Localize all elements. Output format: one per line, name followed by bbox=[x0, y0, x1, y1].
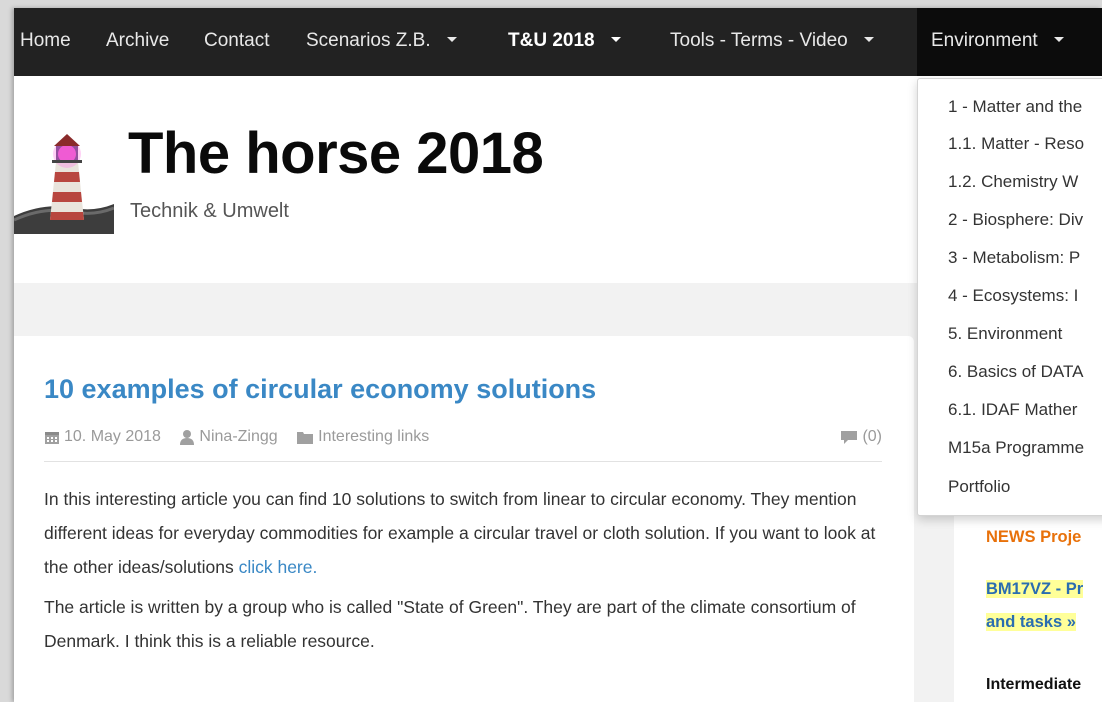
sidebar-bm17vz-line1: BM17VZ - Pr bbox=[986, 580, 1084, 598]
nav-environment-label: Environment bbox=[931, 30, 1038, 51]
post-card: 10 examples of circular economy solution… bbox=[14, 336, 914, 702]
post-date-text: 10. May 2018 bbox=[64, 428, 161, 445]
page: Home Archive Contact Scenarios Z.B. T&U … bbox=[14, 8, 1102, 702]
chevron-down-icon bbox=[863, 37, 874, 43]
dropdown-item[interactable]: M15a Programme bbox=[948, 438, 1084, 458]
dropdown-item[interactable]: 1.1. Matter - Reso bbox=[948, 134, 1084, 154]
nav-environment[interactable]: Environment bbox=[917, 8, 1102, 76]
chevron-down-icon bbox=[1053, 37, 1064, 43]
dropdown-item[interactable]: 1 - Matter and the bbox=[948, 97, 1082, 117]
sidebar-bm17vz-link[interactable]: BM17VZ - Pr bbox=[986, 580, 1084, 599]
click-here-link[interactable]: click here. bbox=[239, 557, 318, 577]
sidebar-news-link[interactable]: NEWS Proje bbox=[986, 528, 1081, 547]
sidebar-bm17vz-line2: and tasks » bbox=[986, 613, 1076, 631]
nav-home-label: Home bbox=[20, 30, 71, 51]
post-date: 10. May 2018 bbox=[44, 428, 161, 446]
nav-tu-2018-label: T&U 2018 bbox=[508, 30, 595, 51]
user-icon bbox=[180, 430, 195, 445]
top-navbar: Home Archive Contact Scenarios Z.B. T&U … bbox=[14, 8, 1102, 76]
post-comments-count: (0) bbox=[862, 428, 882, 445]
post-meta: 10. May 2018 Nina-Zingg Interesting link… bbox=[44, 428, 882, 462]
dropdown-item[interactable]: 2 - Biosphere: Div bbox=[948, 210, 1083, 230]
nav-tools-label: Tools - Terms - Video bbox=[670, 30, 848, 51]
site-subtitle: Technik & Umwelt bbox=[130, 200, 289, 222]
nav-tools[interactable]: Tools - Terms - Video bbox=[670, 8, 874, 76]
post-category[interactable]: Interesting links bbox=[296, 428, 429, 446]
nav-scenarios-label: Scenarios Z.B. bbox=[306, 30, 431, 51]
post-author[interactable]: Nina-Zingg bbox=[179, 428, 278, 446]
dropdown-item[interactable]: 6. Basics of DATA bbox=[948, 362, 1083, 382]
post-paragraph-2: The article is written by a group who is… bbox=[44, 597, 856, 651]
calendar-icon bbox=[45, 432, 59, 444]
nav-contact-label: Contact bbox=[204, 30, 270, 51]
nav-scenarios[interactable]: Scenarios Z.B. bbox=[306, 8, 457, 76]
lighthouse-logo-icon[interactable] bbox=[14, 116, 114, 234]
sidebar-bm17vz-link-line2[interactable]: and tasks » bbox=[986, 613, 1076, 632]
dropdown-item[interactable]: 3 - Metabolism: P bbox=[948, 248, 1080, 268]
post-title-link[interactable]: 10 examples of circular economy solution… bbox=[44, 374, 596, 405]
comment-icon bbox=[841, 431, 858, 444]
dropdown-item[interactable]: 5. Environment bbox=[948, 324, 1062, 344]
nav-archive[interactable]: Archive bbox=[106, 8, 169, 76]
dropdown-item[interactable]: 1.2. Chemistry W bbox=[948, 172, 1078, 192]
nav-home[interactable]: Home bbox=[20, 8, 71, 76]
folder-icon bbox=[297, 432, 314, 444]
post-paragraph-1-text: In this interesting article you can find… bbox=[44, 489, 876, 577]
environment-dropdown-menu: 1 - Matter and the 1.1. Matter - Reso 1.… bbox=[917, 78, 1102, 516]
chevron-down-icon bbox=[446, 37, 457, 43]
dropdown-item[interactable]: Portfolio bbox=[948, 477, 1010, 497]
sidebar-intermediate-heading: Intermediate bbox=[986, 676, 1082, 693]
post-paragraph-1: In this interesting article you can find… bbox=[44, 482, 894, 584]
nav-tu-2018[interactable]: T&U 2018 bbox=[508, 8, 621, 76]
post-author-text: Nina-Zingg bbox=[199, 428, 278, 445]
right-sidebar: NEWS Proje BM17VZ - Pr and tasks » Inter… bbox=[954, 508, 1102, 702]
post-category-text: Interesting links bbox=[318, 428, 430, 445]
dropdown-item[interactable]: 6.1. IDAF Mather bbox=[948, 400, 1077, 420]
nav-contact[interactable]: Contact bbox=[204, 8, 269, 76]
site-title[interactable]: The horse 2018 bbox=[128, 120, 544, 187]
dropdown-item[interactable]: 4 - Ecosystems: I bbox=[948, 286, 1078, 306]
nav-archive-label: Archive bbox=[106, 30, 170, 51]
post-comments[interactable]: (0) bbox=[840, 428, 882, 446]
chevron-down-icon bbox=[610, 37, 621, 43]
